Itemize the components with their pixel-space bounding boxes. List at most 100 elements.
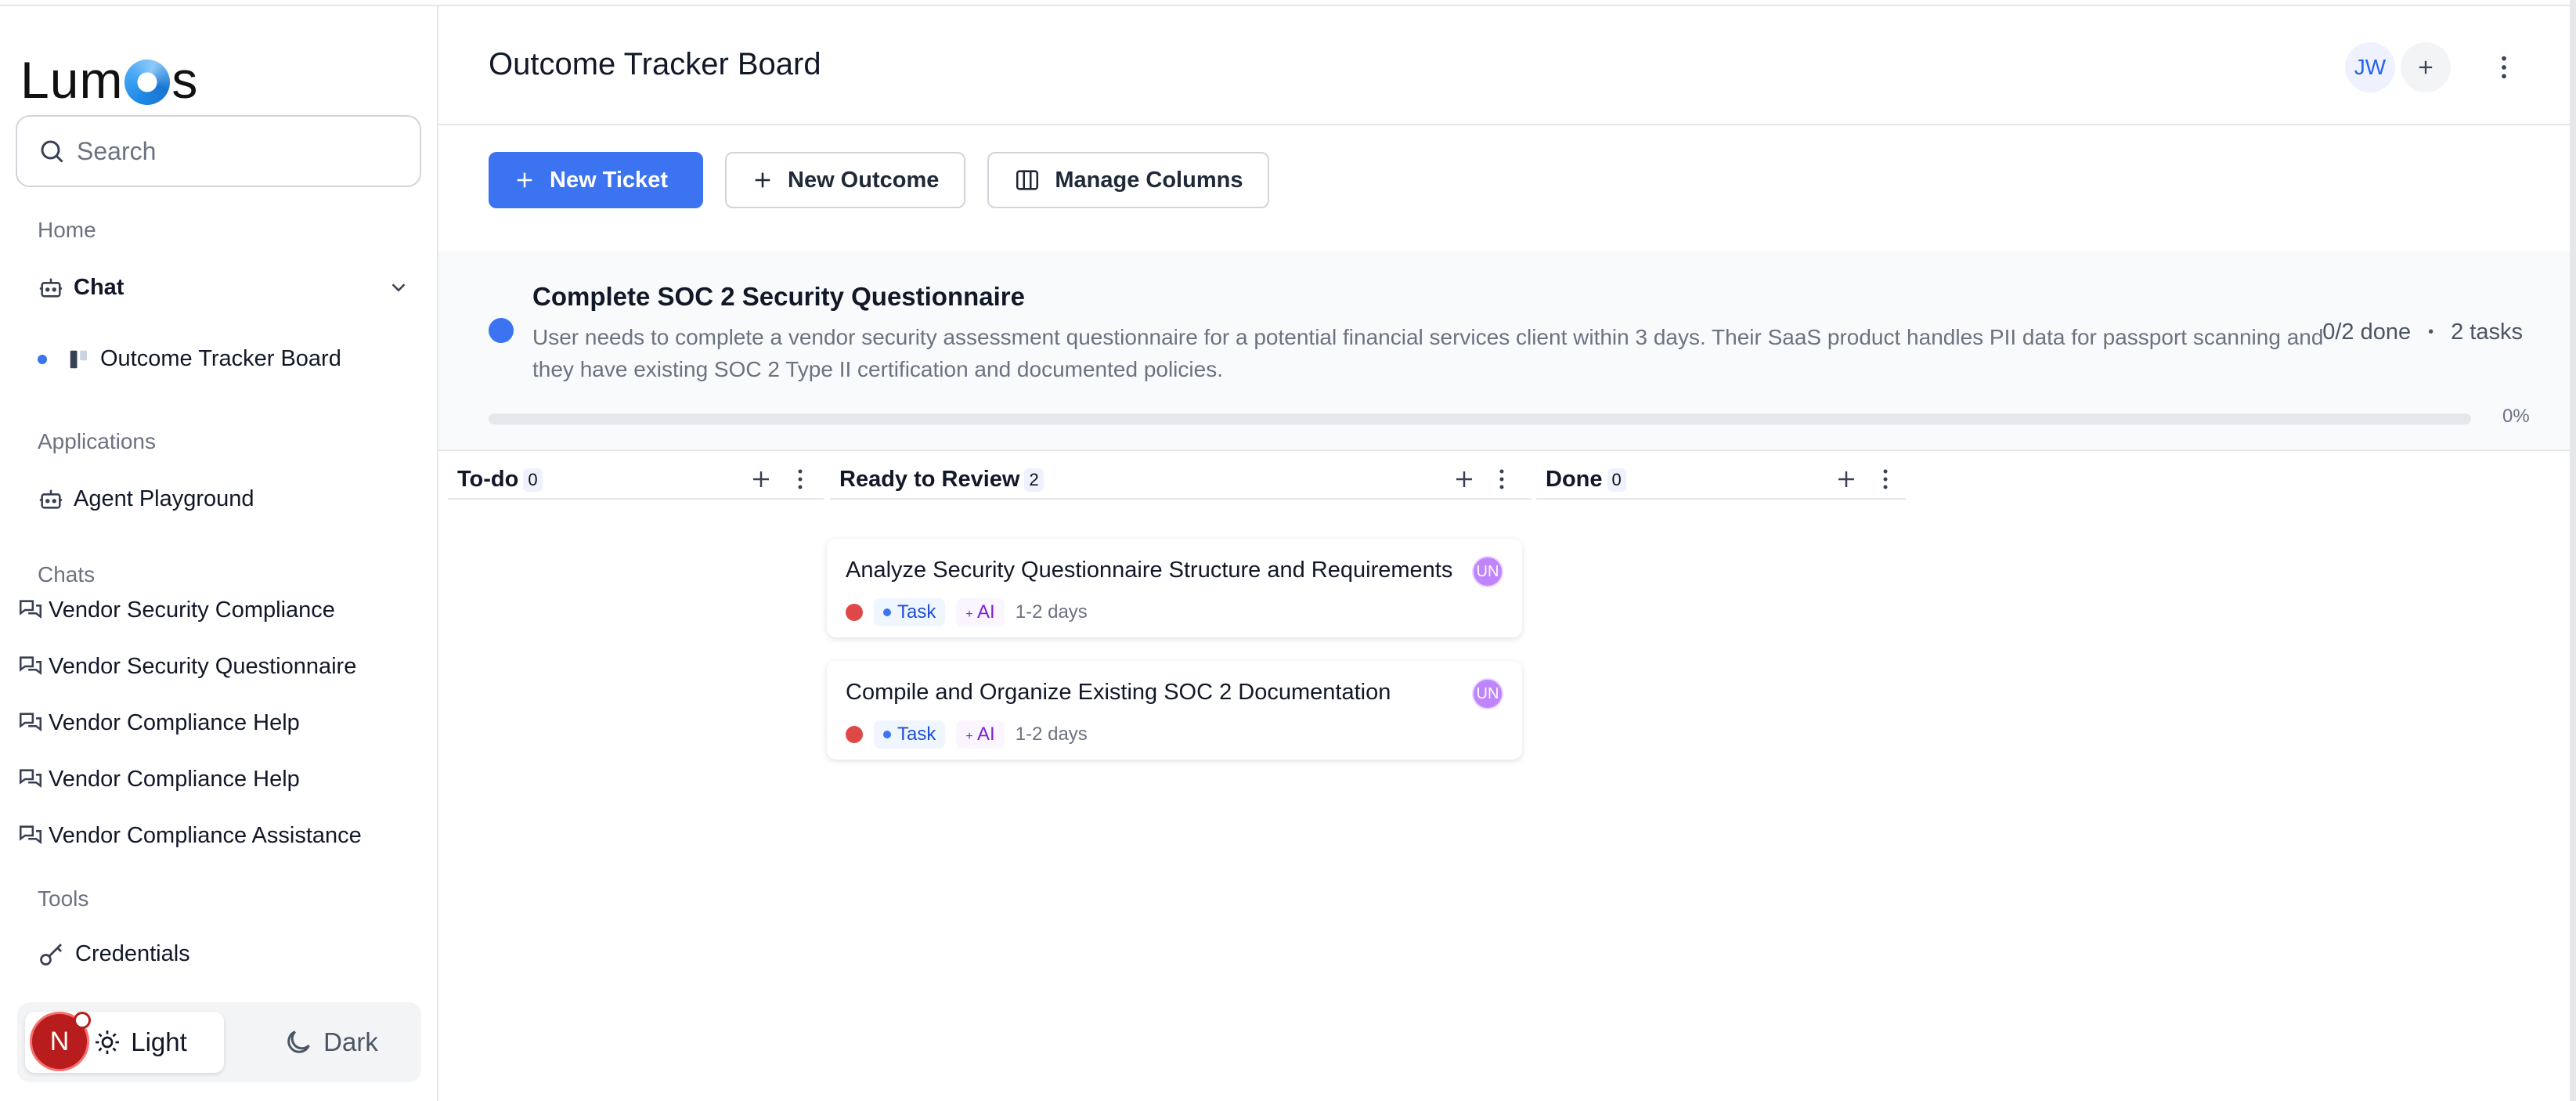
plus-icon [753, 471, 769, 487]
outcome-progress-bar [489, 413, 2471, 424]
ticket-card[interactable]: Compile and Organize Existing SOC 2 Docu… [827, 661, 1522, 760]
search-icon [41, 140, 63, 163]
chat-history-item[interactable]: Vendor Security Questionnaire [17, 653, 356, 680]
tag-dot [883, 731, 891, 738]
plus-icon [2419, 60, 2433, 74]
chat-bubbles-icon [19, 600, 42, 619]
column-todo: To-do 0 [448, 460, 824, 500]
moon-icon [287, 1031, 310, 1053]
search-input[interactable]: Search [16, 115, 421, 187]
priority-dot [846, 604, 863, 621]
chat-history-label: Vendor Compliance Assistance [49, 822, 362, 848]
ticket-duration: 1-2 days [1015, 601, 1088, 623]
ai-tag-label: AI [977, 601, 995, 623]
chat-history-label: Vendor Security Compliance [49, 597, 335, 623]
add-member-button[interactable] [2401, 42, 2451, 92]
lumos-logo[interactable]: Lums [20, 50, 198, 110]
chat-history-item[interactable]: Vendor Security Compliance [17, 597, 335, 623]
outcome-title: Complete SOC 2 Security Questionnaire [532, 282, 1025, 311]
sparkle-icon: + [965, 608, 973, 621]
progress-percent: 0% [2502, 406, 2530, 427]
plus-icon [1456, 471, 1472, 487]
section-applications: Applications [38, 429, 156, 453]
new-outcome-button[interactable]: New Outcome [725, 152, 966, 208]
ai-tag: + AI [956, 720, 1005, 749]
meta-separator: • [2428, 323, 2434, 341]
column-title: Ready to Review [839, 467, 1020, 492]
plus-icon [755, 172, 770, 188]
section-tools: Tools [38, 886, 89, 911]
user-status-badge [74, 1012, 91, 1029]
key-icon [40, 944, 62, 966]
assignee-avatar[interactable]: UN [1472, 678, 1503, 709]
ticket-card[interactable]: Analyze Security Questionnaire Structure… [827, 539, 1522, 637]
section-chats: Chats [38, 562, 96, 587]
column-menu-button[interactable] [791, 465, 810, 493]
plus-icon [517, 172, 532, 188]
tag-dot [883, 608, 891, 616]
page-title: Outcome Tracker Board [489, 47, 821, 81]
window-right-border [2570, 0, 2576, 1101]
bot-icon [39, 278, 63, 298]
ai-tag: + AI [956, 598, 1005, 626]
kebab-icon [798, 469, 803, 489]
manage-columns-button[interactable]: Manage Columns [987, 152, 1270, 208]
nav-agent-playground-label: Agent Playground [74, 486, 254, 511]
priority-dot [846, 726, 863, 743]
column-header: Done 0 [1546, 467, 1626, 493]
theme-dark-button[interactable]: Dark [244, 1012, 417, 1073]
plus-icon [1838, 471, 1854, 487]
ticket-type-tag: Task [874, 598, 946, 626]
active-dot [38, 354, 47, 364]
column-done: Done 0 [1536, 460, 1906, 500]
column-add-button[interactable] [1832, 465, 1860, 493]
ticket-title: Compile and Organize Existing SOC 2 Docu… [846, 680, 1391, 705]
column-title: To-do [457, 467, 519, 492]
column-count: 0 [1607, 467, 1626, 492]
nav-chat[interactable]: Chat [38, 274, 415, 301]
sun-icon [96, 1031, 120, 1054]
nav-credentials-label: Credentials [75, 940, 190, 966]
chat-bubbles-icon [19, 656, 42, 676]
column-ready-to-review: Ready to Review 2 [830, 460, 1532, 500]
assignee-avatar[interactable]: UN [1472, 556, 1503, 587]
column-menu-button[interactable] [1876, 465, 1895, 493]
outcome-task-count: 2 tasks [2451, 319, 2523, 345]
column-header: Ready to Review 2 [839, 467, 1044, 493]
chat-history-item[interactable]: Vendor Compliance Assistance [17, 822, 362, 849]
nav-home[interactable]: Home [38, 218, 96, 243]
kebab-icon [1883, 469, 1888, 489]
manage-columns-label: Manage Columns [1055, 167, 1243, 193]
nav-outcome-tracker-board[interactable]: Outcome Tracker Board [38, 346, 341, 372]
board-icon [70, 350, 87, 368]
theme-dark-label: Dark [323, 1027, 378, 1056]
outcome-description: User needs to complete a vendor security… [532, 325, 2324, 381]
ai-tag-label: AI [977, 724, 995, 745]
theme-light-label: Light [131, 1027, 187, 1056]
window-top-border [0, 0, 2576, 6]
kebab-icon [1499, 469, 1504, 489]
column-title: Done [1546, 467, 1603, 492]
chat-history-label: Vendor Compliance Help [49, 766, 300, 792]
nav-agent-playground[interactable]: Agent Playground [38, 486, 254, 512]
nav-credentials[interactable]: Credentials [38, 940, 190, 968]
column-add-button[interactable] [1450, 465, 1478, 493]
outcome-panel[interactable]: Complete SOC 2 Security Questionnaire Us… [438, 251, 2570, 451]
chat-history-item[interactable]: Vendor Compliance Help [17, 709, 300, 736]
main-area: Outcome Tracker Board JW New Ticket New … [438, 6, 2570, 1101]
ticket-duration: 1-2 days [1015, 724, 1088, 745]
member-avatar[interactable]: JW [2345, 42, 2395, 92]
column-menu-button[interactable] [1492, 465, 1511, 493]
chat-bubbles-icon [19, 825, 42, 845]
logo-o-mark [124, 60, 171, 105]
ticket-type-label: Task [897, 724, 936, 745]
column-add-button[interactable] [747, 465, 775, 493]
more-options-button[interactable] [2488, 50, 2520, 85]
new-ticket-button[interactable]: New Ticket [489, 152, 703, 208]
nav-chat-label: Chat [74, 274, 124, 300]
chat-bubbles-icon [19, 713, 42, 732]
chevron-down-icon[interactable] [387, 276, 410, 299]
chat-history-item[interactable]: Vendor Compliance Help [17, 766, 300, 792]
new-outcome-label: New Outcome [788, 167, 940, 193]
toolbar: New Ticket New Outcome Manage Columns [489, 152, 1270, 208]
